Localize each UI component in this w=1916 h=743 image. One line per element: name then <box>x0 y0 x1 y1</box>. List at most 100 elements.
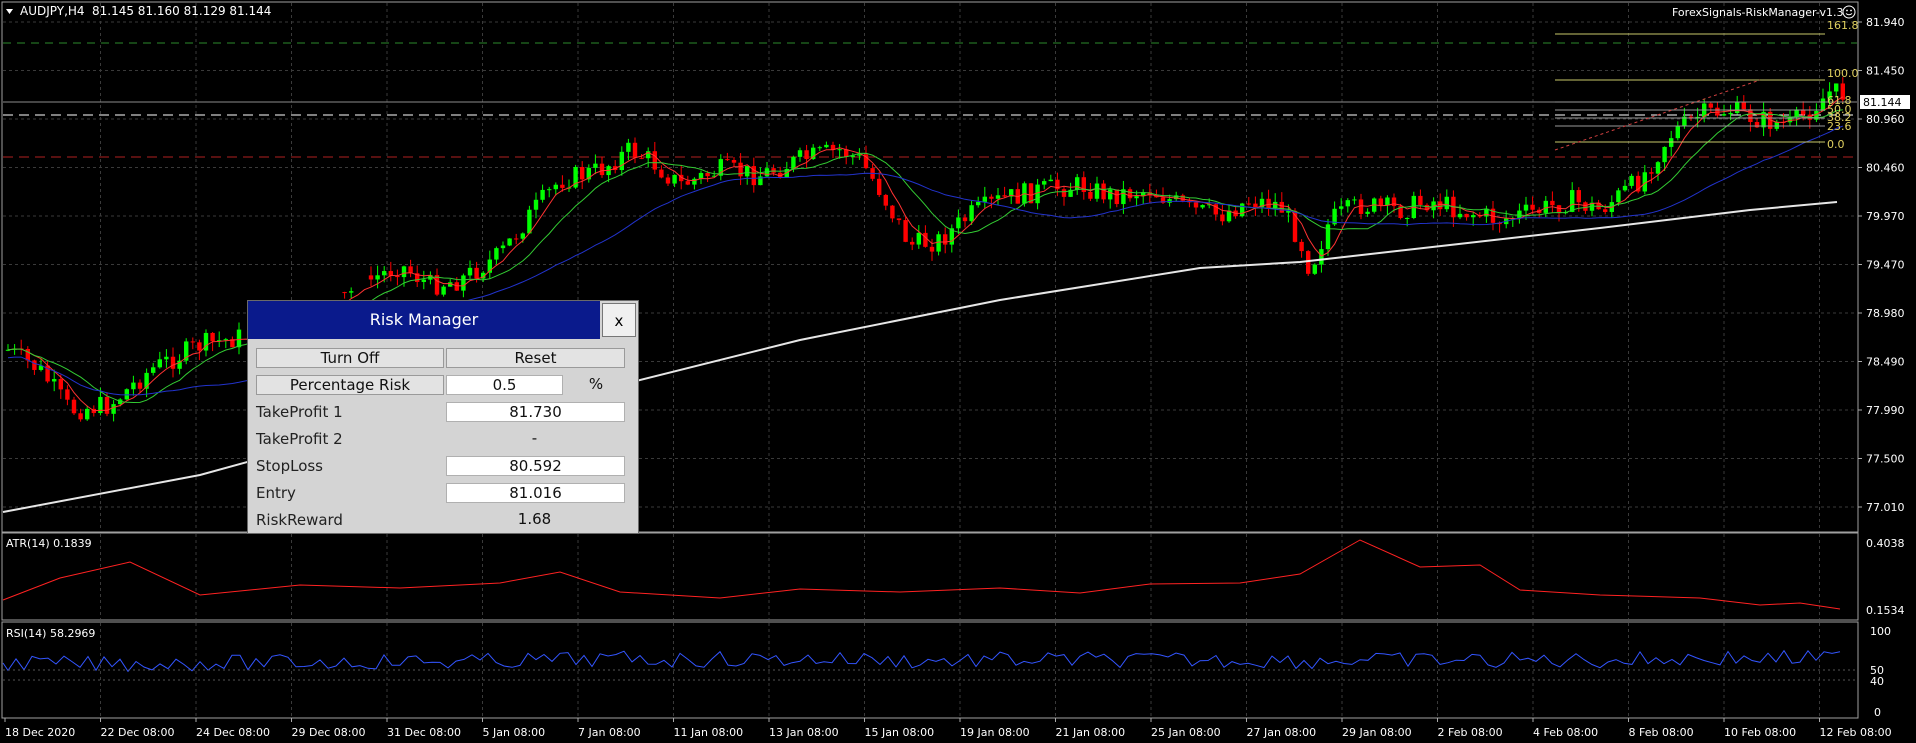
risk-manager-panel[interactable]: Risk Manager x Turn Off Reset Percentage… <box>247 300 639 534</box>
candle-body <box>1543 200 1548 213</box>
candle-body <box>223 339 228 341</box>
candle-body <box>824 144 829 148</box>
candle-body <box>441 286 446 295</box>
candle-body <box>1464 213 1469 218</box>
atr-label: ATR(14) 0.1839 <box>6 537 92 550</box>
percentage-risk-button[interactable]: Percentage Risk <box>256 375 444 395</box>
candle-body <box>1794 109 1799 118</box>
candle-body <box>632 142 638 158</box>
candle-body <box>1741 102 1746 110</box>
candle-body <box>1180 195 1185 201</box>
candle-body <box>969 205 974 222</box>
candle-body <box>672 174 677 184</box>
price-axis-label: 79.970 <box>1866 210 1905 223</box>
reset-button[interactable]: Reset <box>446 348 625 368</box>
candle-body <box>1339 206 1344 209</box>
time-axis-label: 13 Jan 08:00 <box>769 726 839 739</box>
time-axis-label: 11 Jan 08:00 <box>674 726 744 739</box>
candle-body <box>1365 211 1370 214</box>
candle-body <box>382 271 387 276</box>
candle-body <box>797 150 803 157</box>
candle-body <box>989 196 994 199</box>
candle-body <box>1319 249 1324 265</box>
candle-body <box>619 151 624 171</box>
candle-body <box>421 279 426 282</box>
candle-body <box>837 149 842 151</box>
candle-body <box>962 217 968 222</box>
candle-body <box>1048 179 1053 182</box>
price-axis-label: 79.470 <box>1866 259 1905 272</box>
entry-label: Entry <box>256 484 296 502</box>
candle-body <box>890 205 895 219</box>
candle-body <box>368 275 374 280</box>
candle-body <box>164 356 169 360</box>
candle-body <box>25 348 30 361</box>
turn-off-button[interactable]: Turn Off <box>256 348 444 368</box>
candle-body <box>111 404 116 414</box>
price-axis-label: 77.990 <box>1866 404 1905 417</box>
expert-smiley-eye-icon <box>1846 9 1848 12</box>
candle-body <box>685 181 690 185</box>
candle-body <box>982 196 987 202</box>
riskreward-value: 1.68 <box>517 510 552 528</box>
candle-body <box>1094 183 1100 199</box>
time-axis-label: 29 Dec 08:00 <box>292 726 366 739</box>
candle-body <box>500 245 506 249</box>
candle-body <box>547 189 552 191</box>
candle-body <box>454 282 459 291</box>
candle-body <box>58 379 63 390</box>
fibonacci-level-label: 161.8 <box>1827 19 1859 32</box>
candle-body <box>78 413 83 420</box>
takeprofit-1-label: TakeProfit 1 <box>256 403 343 421</box>
riskreward-label: RiskReward <box>256 511 343 529</box>
candle-body <box>943 234 948 245</box>
atr-top-value: 0.4038 <box>1866 537 1905 550</box>
candle-body <box>1345 200 1350 207</box>
price-axis-label: 80.460 <box>1866 162 1905 175</box>
candle-body <box>461 275 466 291</box>
takeprofit-1-input[interactable]: 81.730 <box>446 402 625 422</box>
current-price: 81.144 <box>1863 96 1902 109</box>
candle-body <box>1523 204 1529 211</box>
candle-body <box>916 232 921 245</box>
candle-body <box>599 163 605 176</box>
entry-input[interactable]: 81.016 <box>446 483 625 503</box>
time-axis-label: 27 Jan 08:00 <box>1247 726 1317 739</box>
time-axis-label: 10 Feb 08:00 <box>1724 726 1796 739</box>
candle-body <box>85 408 90 420</box>
candle-body <box>923 232 928 247</box>
candle-body <box>1603 209 1608 212</box>
risk-manager-title[interactable]: Risk Manager <box>248 301 600 339</box>
takeprofit-2-label: TakeProfit 2 <box>256 430 343 448</box>
candle-body <box>375 275 380 280</box>
stoploss-label: StopLoss <box>256 457 324 475</box>
candle-body <box>494 248 499 260</box>
candle-body <box>104 396 110 414</box>
candle-body <box>659 169 664 178</box>
time-axis-label: 4 Feb 08:00 <box>1533 726 1598 739</box>
candle-body <box>467 267 473 276</box>
candle-body <box>1471 215 1476 218</box>
candle-body <box>514 238 519 240</box>
candle-body <box>1754 122 1760 128</box>
candle-body <box>791 156 796 169</box>
candle-body <box>896 218 902 221</box>
candle-body <box>593 163 598 168</box>
candle-body <box>1075 177 1080 190</box>
candle-body <box>877 178 882 195</box>
candle-body <box>1042 181 1047 185</box>
percentage-risk-input[interactable]: 0.5 <box>446 375 563 395</box>
candle-body <box>1820 98 1826 111</box>
fibonacci-level-label: 0.0 <box>1827 138 1845 151</box>
stoploss-input[interactable]: 80.592 <box>446 456 625 476</box>
candle-body <box>1134 196 1139 199</box>
candle-body <box>342 292 347 294</box>
close-button[interactable]: x <box>602 303 636 337</box>
fibonacci-level-label: 100.0 <box>1827 67 1859 80</box>
chart-symbol: AUDJPY,H4 <box>20 4 85 18</box>
candle-body <box>1834 83 1839 92</box>
candle-body <box>1240 203 1245 217</box>
candle-body <box>1629 175 1634 186</box>
candle-body <box>1570 190 1575 212</box>
rsi-level-40: 40 <box>1870 675 1884 688</box>
